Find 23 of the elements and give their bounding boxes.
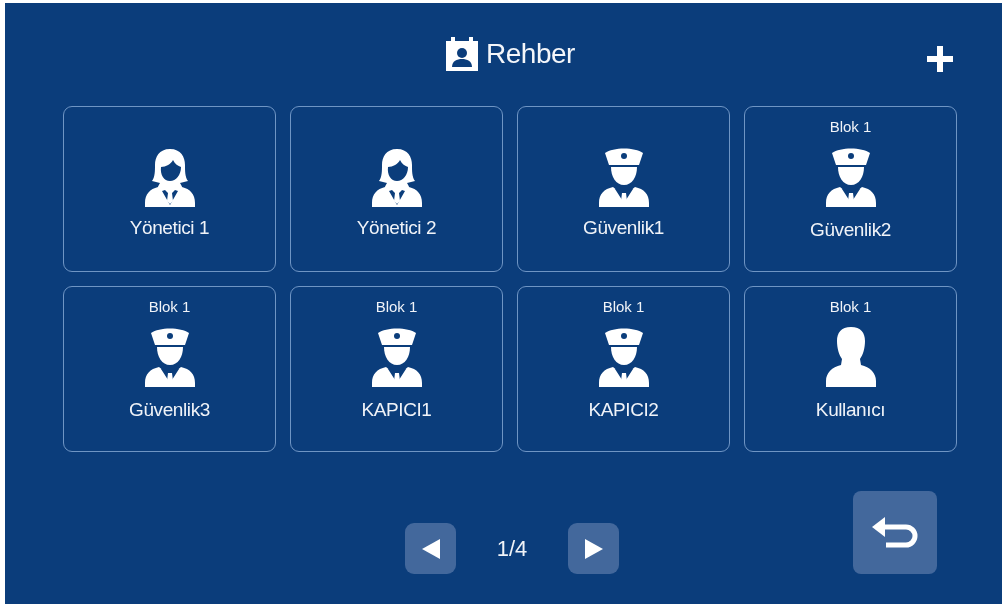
- contact-name: Yönetici 1: [129, 217, 210, 239]
- contact-name: Güvenlik1: [583, 217, 664, 239]
- contact-card[interactable]: Blok 1 Kullanıcı: [744, 286, 957, 452]
- contact-name: Güvenlik3: [129, 399, 210, 421]
- contact-card[interactable]: Blok 1 KAPICI1: [290, 286, 503, 452]
- contact-name: KAPICI1: [361, 399, 432, 421]
- contact-name: Güvenlik2: [810, 219, 891, 241]
- contact-name: Kullanıcı: [815, 399, 886, 421]
- contact-name: KAPICI2: [588, 399, 659, 421]
- contact-card[interactable]: Yönetici 1: [63, 106, 276, 272]
- contact-card[interactable]: Güvenlik1: [517, 106, 730, 272]
- contact-card[interactable]: Blok 1 Güvenlik3: [63, 286, 276, 452]
- block-label: Blok 1: [148, 298, 191, 315]
- page-title: Rehber: [486, 37, 575, 70]
- block-label: Blok 1: [602, 298, 645, 315]
- contact-card[interactable]: Blok 1 Güvenlik2: [744, 106, 957, 272]
- page-indicator: 1/4: [495, 535, 529, 562]
- block-label: Blok 1: [829, 298, 872, 315]
- contact-card[interactable]: Yönetici 2: [290, 106, 503, 272]
- block-label: Blok 1: [829, 118, 872, 135]
- contact-name: Yönetici 2: [356, 217, 437, 239]
- block-label: Blok 1: [375, 298, 418, 315]
- contact-card[interactable]: Blok 1 KAPICI2: [517, 286, 730, 452]
